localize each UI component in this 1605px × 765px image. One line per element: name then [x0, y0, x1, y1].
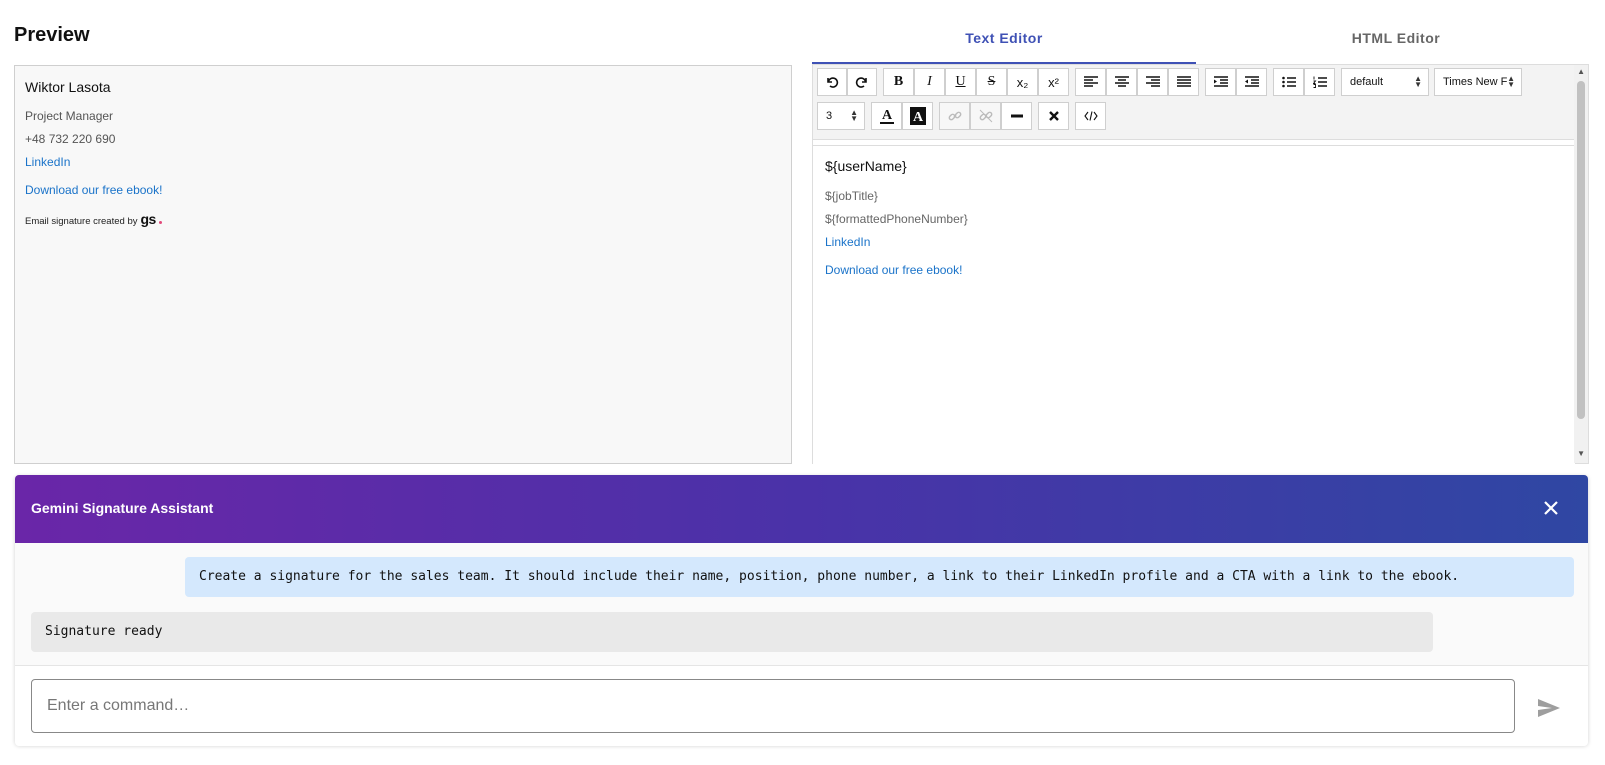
editor-tabs: Text Editor HTML Editor: [812, 24, 1588, 64]
svg-text:A: A: [912, 110, 923, 125]
subscript-button[interactable]: x₂: [1007, 68, 1038, 96]
align-right-icon: [1145, 76, 1160, 87]
clear-formatting-icon: [1048, 111, 1059, 121]
gs-logo: gs: [140, 211, 156, 227]
editor-phone-placeholder[interactable]: ${formattedPhoneNumber}: [825, 212, 968, 226]
horizontal-rule-button[interactable]: [1001, 102, 1032, 130]
background-color-button[interactable]: A: [902, 102, 933, 130]
preview-title: Preview: [14, 24, 90, 46]
scroll-down-icon[interactable]: ▼: [1577, 449, 1585, 458]
assistant-title: Gemini Signature Assistant: [31, 500, 214, 516]
signature-name: Wiktor Lasota: [25, 79, 111, 95]
indent-button[interactable]: [1205, 68, 1236, 96]
horizontal-rule-icon: [1010, 114, 1023, 118]
signature-ebook-link[interactable]: Download our free ebook!: [25, 183, 162, 197]
signature-phone: +48 732 220 690: [25, 132, 116, 146]
numbered-list-icon: [1312, 76, 1327, 88]
user-message: Create a signature for the sales team. I…: [185, 557, 1574, 597]
clear-formatting-button[interactable]: [1038, 102, 1069, 130]
bold-icon: B: [893, 74, 904, 89]
font-size-select[interactable]: default ▲ ▼: [1341, 68, 1429, 96]
redo-icon: [855, 77, 867, 88]
bullet-list-icon: [1281, 76, 1296, 88]
editor-name-placeholder[interactable]: ${userName}: [825, 158, 907, 174]
align-justify-icon: [1176, 76, 1191, 87]
assistant-message: Signature ready: [31, 612, 1433, 652]
credit-text: Email signature created by: [25, 215, 138, 227]
underline-icon: U: [955, 74, 966, 89]
gemini-assistant-panel: Gemini Signature Assistant Create a sign…: [15, 475, 1588, 746]
send-icon: [1538, 699, 1560, 717]
unlink-icon: [979, 109, 992, 123]
bold-button[interactable]: B: [883, 68, 914, 96]
text-color-icon: A: [879, 108, 894, 124]
command-input[interactable]: [31, 679, 1515, 733]
line-height-select[interactable]: 3 ▲ ▼: [817, 102, 865, 130]
signature-credit: Email signature created by gs: [25, 211, 162, 229]
redo-button[interactable]: [847, 68, 877, 96]
align-justify-button[interactable]: [1168, 68, 1199, 96]
align-center-button[interactable]: [1106, 68, 1137, 96]
align-right-button[interactable]: [1137, 68, 1168, 96]
insert-link-button[interactable]: [939, 102, 970, 130]
align-left-button[interactable]: [1075, 68, 1106, 96]
editor-content[interactable]: ${userName} ${jobTitle} ${formattedPhone…: [813, 145, 1575, 464]
editor-linkedin-link[interactable]: LinkedIn: [825, 235, 870, 249]
numbered-list-button[interactable]: [1304, 68, 1335, 96]
assistant-header: Gemini Signature Assistant: [15, 475, 1588, 543]
text-editor: B I U S x₂ x² default ▲ ▼ Times New F ▲ …: [812, 64, 1589, 464]
editor-ebook-link[interactable]: Download our free ebook!: [825, 263, 962, 277]
italic-icon: I: [927, 74, 932, 89]
remove-link-button[interactable]: [970, 102, 1001, 130]
outdent-button[interactable]: [1236, 68, 1267, 96]
editor-scrollbar[interactable]: ▲ ▼: [1574, 65, 1588, 463]
align-center-icon: [1114, 76, 1129, 87]
font-size-value: default: [1350, 76, 1384, 88]
superscript-icon: x²: [1048, 74, 1059, 90]
select-caret-icon: ▲ ▼: [1507, 74, 1515, 89]
bullet-list-button[interactable]: [1273, 68, 1304, 96]
line-height-value: 3: [826, 110, 833, 122]
italic-button[interactable]: I: [914, 68, 945, 96]
select-caret-icon: ▲ ▼: [850, 108, 858, 123]
undo-button[interactable]: [817, 68, 847, 96]
strikethrough-button[interactable]: S: [976, 68, 1007, 96]
editor-job-title-placeholder[interactable]: ${jobTitle}: [825, 189, 878, 203]
scroll-up-icon[interactable]: ▲: [1577, 67, 1585, 76]
signature-linkedin-link[interactable]: LinkedIn: [25, 155, 70, 169]
code-icon: [1083, 111, 1098, 121]
tab-html-editor[interactable]: HTML Editor: [1204, 24, 1588, 64]
select-caret-icon: ▲ ▼: [1414, 74, 1422, 89]
underline-button[interactable]: U: [945, 68, 976, 96]
tab-text-editor[interactable]: Text Editor: [812, 24, 1196, 64]
background-color-icon: A: [909, 107, 926, 125]
align-left-icon: [1083, 76, 1098, 87]
link-icon: [948, 111, 961, 121]
editor-toolbar: B I U S x₂ x² default ▲ ▼ Times New F ▲ …: [813, 65, 1575, 140]
signature-preview: Wiktor Lasota Project Manager +48 732 22…: [14, 65, 792, 464]
command-bar: [15, 665, 1588, 746]
send-button[interactable]: [1535, 694, 1563, 722]
close-button[interactable]: [1536, 493, 1566, 523]
outdent-icon: [1244, 76, 1259, 87]
subscript-icon: x₂: [1016, 74, 1029, 90]
superscript-button[interactable]: x²: [1038, 68, 1069, 96]
font-family-select[interactable]: Times New F ▲ ▼: [1434, 68, 1522, 96]
close-icon: [1544, 501, 1558, 515]
source-code-button[interactable]: [1075, 102, 1106, 130]
undo-icon: [827, 77, 839, 88]
indent-icon: [1213, 76, 1228, 87]
text-color-button[interactable]: A: [871, 102, 902, 130]
signature-job-title: Project Manager: [25, 109, 114, 123]
svg-text:A: A: [881, 108, 892, 123]
gs-logo-dot: [158, 220, 162, 224]
strikethrough-icon: S: [987, 74, 996, 89]
font-family-value: Times New F: [1443, 76, 1508, 88]
scroll-thumb[interactable]: [1577, 81, 1585, 419]
